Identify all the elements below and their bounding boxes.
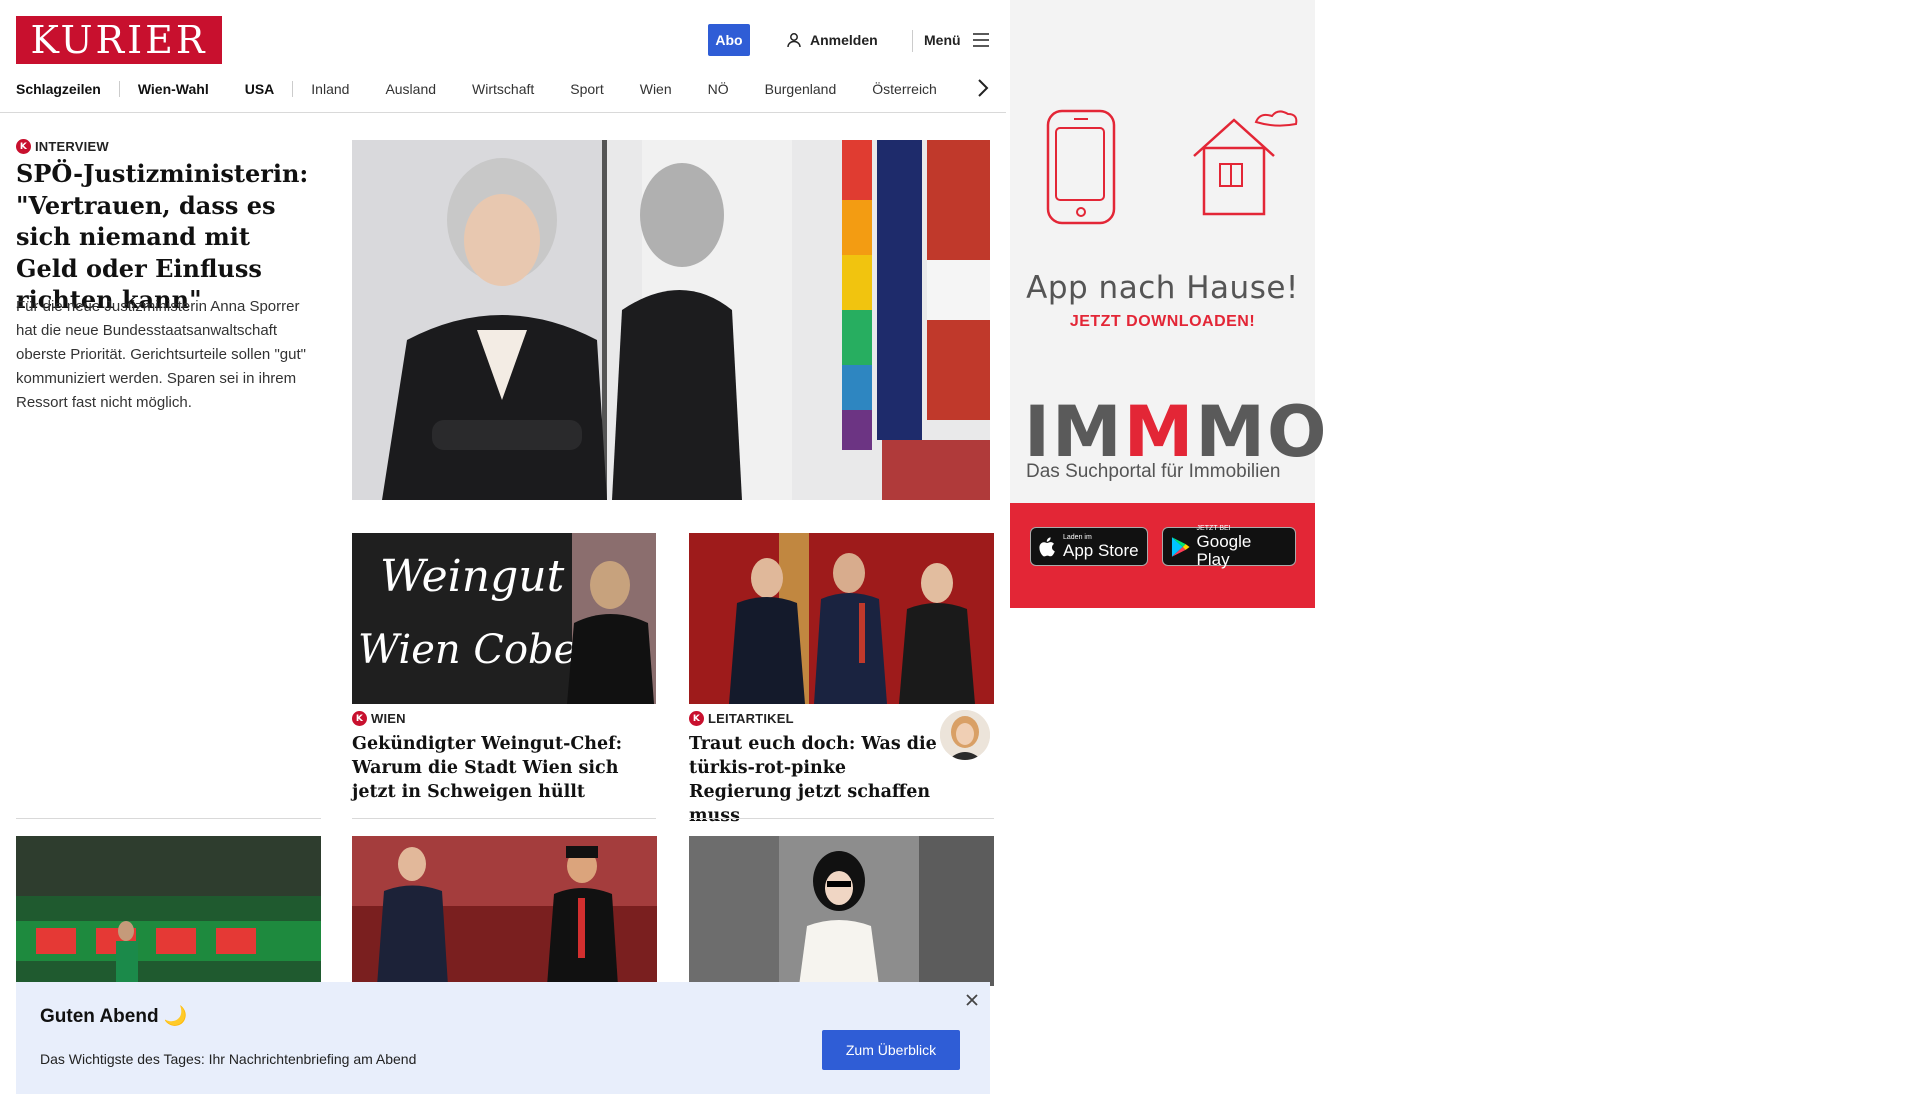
app-store-text: Laden im App Store: [1063, 534, 1139, 560]
card-photo-fashion[interactable]: [689, 836, 994, 986]
immmo-ad[interactable]: App nach Hause! JETZT DOWNLOADEN! IMMMO …: [1010, 0, 1327, 608]
nav-item-inland[interactable]: Inland: [293, 81, 367, 97]
menu-button[interactable]: Menü: [924, 24, 989, 56]
app-store-button[interactable]: Laden im App Store: [1030, 527, 1148, 566]
card-headline-leitartikel[interactable]: Traut euch doch: Was die türkis-rot-pink…: [689, 732, 939, 828]
house-icon: [1193, 110, 1298, 216]
login-button[interactable]: Anmelden: [786, 24, 878, 56]
nav-item-oesterreich[interactable]: Österreich: [854, 81, 955, 97]
site-header: KURIER Abo Anmelden Menü Schlagzeilen Wi…: [0, 0, 1006, 113]
regierung-photo-illustration: [689, 533, 994, 704]
card-kicker-leitartikel: K LEITARTIKEL: [689, 711, 794, 726]
nav-item-ausland[interactable]: Ausland: [367, 81, 454, 97]
card-photo-usa[interactable]: [352, 836, 657, 986]
card-photo-weingut[interactable]: Weingut Wien Cobenzl: [352, 533, 656, 704]
lead-headline[interactable]: SPÖ-Justizministerin: "Vertrauen, dass e…: [16, 158, 316, 316]
menu-label: Menü: [924, 32, 961, 48]
lead-kicker-label: INTERVIEW: [35, 139, 109, 154]
ad-headline: App nach Hause!: [1026, 270, 1299, 306]
briefing-banner: Guten Abend 🌙 Das Wichtigste des Tages: …: [16, 982, 990, 1094]
nav-item-sport[interactable]: Sport: [552, 81, 621, 97]
author-avatar-illustration: [940, 710, 990, 760]
section-nav: Schlagzeilen Wien-Wahl USA Inland Auslan…: [16, 78, 955, 100]
hamburger-icon: [972, 33, 989, 47]
nav-item-wien-wahl[interactable]: Wien-Wahl: [120, 81, 227, 97]
briefing-description: Das Wichtigste des Tages: Ihr Nachrichte…: [40, 1051, 417, 1067]
fashion-photo-illustration: [689, 836, 994, 986]
author-avatar[interactable]: [940, 710, 990, 760]
kurier-logo[interactable]: KURIER: [16, 16, 222, 64]
ad-tagline: Das Suchportal für Immobilien: [1026, 461, 1281, 482]
nav-item-schlagzeilen[interactable]: Schlagzeilen: [16, 81, 119, 97]
weingut-photo-illustration: Weingut Wien Cobenzl: [352, 533, 656, 704]
card-divider: [689, 818, 994, 819]
ad-subline: JETZT DOWNLOADEN!: [1069, 313, 1256, 330]
stadium-photo-illustration: [16, 836, 321, 986]
lead-photo-illustration: [352, 140, 990, 500]
zum-ueberblick-button[interactable]: Zum Überblick: [822, 1030, 960, 1070]
card-kicker-label: LEITARTIKEL: [708, 711, 794, 726]
card-photo-rapid[interactable]: [16, 836, 321, 986]
usa-photo-illustration: [352, 836, 657, 986]
card-divider: [352, 818, 656, 819]
card-kicker-wien: K WIEN: [352, 711, 406, 726]
google-play-icon: [1171, 536, 1190, 557]
card-headline-weingut[interactable]: Gekündigter Weingut-Chef: Warum die Stad…: [352, 732, 662, 804]
lead-divider: [16, 818, 321, 819]
nav-item-wien[interactable]: Wien: [622, 81, 690, 97]
google-play-button[interactable]: JETZT BEI Google Play: [1162, 525, 1296, 569]
lead-kicker: K INTERVIEW: [16, 139, 109, 154]
briefing-greeting: Guten Abend 🌙: [40, 1006, 188, 1027]
app-store-big-label: App Store: [1063, 540, 1139, 560]
login-label: Anmelden: [810, 32, 878, 48]
google-play-text: JETZT BEI Google Play: [1197, 525, 1287, 569]
kurier-plus-badge-icon: K: [689, 711, 704, 726]
card-photo-regierung[interactable]: [689, 533, 994, 704]
lead-photo[interactable]: [352, 140, 990, 500]
nav-item-burgenland[interactable]: Burgenland: [747, 81, 855, 97]
kurier-plus-badge-icon: K: [352, 711, 367, 726]
user-icon: [787, 33, 801, 48]
nav-item-usa[interactable]: USA: [227, 81, 293, 97]
google-play-big-label: Google Play: [1196, 531, 1252, 569]
nav-item-wirtschaft[interactable]: Wirtschaft: [454, 81, 552, 97]
immmo-logo: IMMMO: [1024, 392, 1327, 472]
chevron-right-icon[interactable]: [972, 76, 994, 100]
card-kicker-label: WIEN: [371, 711, 406, 726]
close-icon[interactable]: [962, 990, 982, 1010]
kurier-plus-badge-icon: K: [16, 139, 31, 154]
header-divider: [912, 30, 913, 52]
weingut-sign-text-1: Weingut: [380, 551, 565, 602]
abo-button[interactable]: Abo: [708, 24, 750, 56]
lead-teaser: Für die neue Justizministerin Anna Sporr…: [16, 298, 306, 411]
nav-item-noe[interactable]: NÖ: [690, 81, 747, 97]
smartphone-icon: [1046, 109, 1116, 225]
apple-icon: [1039, 536, 1055, 556]
